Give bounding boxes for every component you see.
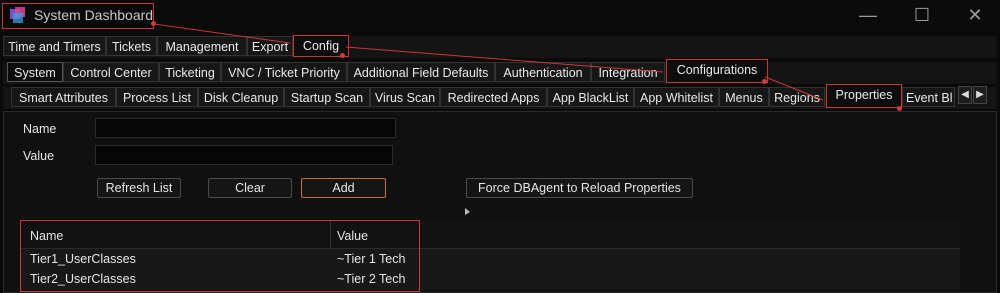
window-title: System Dashboard <box>34 7 154 23</box>
config-tab-bar: System Control Center Ticketing VNC / Ti… <box>3 59 997 84</box>
refresh-list-button[interactable]: Refresh List <box>97 178 181 198</box>
name-input[interactable] <box>95 118 396 138</box>
column-divider <box>419 220 420 290</box>
row-value-cell: ~Tier 2 Tech <box>337 272 406 286</box>
tab-control-center[interactable]: Control Center <box>63 62 159 82</box>
column-header-name[interactable]: Name <box>30 229 63 243</box>
add-button[interactable]: Add <box>301 178 386 198</box>
tab-scroll-left-icon[interactable]: ◀ <box>958 86 972 104</box>
tab-app-blacklist[interactable]: App BlackList <box>547 87 634 107</box>
title-bar: System Dashboard — ☐ ✕ <box>0 0 1000 32</box>
table-row[interactable]: Tier2_UserClasses ~Tier 2 Tech <box>22 270 418 288</box>
tab-time-and-timers[interactable]: Time and Timers <box>3 36 106 56</box>
mouse-cursor-icon <box>465 208 470 215</box>
tab-ticketing[interactable]: Ticketing <box>159 62 221 82</box>
column-divider <box>330 220 331 248</box>
tab-redirected-apps[interactable]: Redirected Apps <box>440 87 547 107</box>
minimize-icon[interactable]: — <box>856 4 880 26</box>
tab-management[interactable]: Management <box>157 36 247 56</box>
tab-regions[interactable]: Regions <box>769 87 825 107</box>
tab-menus[interactable]: Menus <box>719 87 769 107</box>
tab-tickets[interactable]: Tickets <box>106 36 157 56</box>
tab-integration[interactable]: Integration <box>591 62 665 82</box>
annotation-marker-3 <box>762 79 767 84</box>
row-name-cell: Tier1_UserClasses <box>30 252 136 266</box>
config-subtab-bar: Smart Attributes Process List Disk Clean… <box>3 84 997 109</box>
tab-configurations[interactable]: Configurations <box>666 59 768 83</box>
tab-startup-scan[interactable]: Startup Scan <box>284 87 370 107</box>
tab-disk-cleanup[interactable]: Disk Cleanup <box>198 87 284 107</box>
name-label: Name <box>23 122 57 136</box>
close-icon[interactable]: ✕ <box>963 4 987 26</box>
annotation-marker-1 <box>151 21 156 26</box>
tab-system[interactable]: System <box>7 62 63 82</box>
column-header-value[interactable]: Value <box>337 229 368 243</box>
tab-vnc-ticket-priority[interactable]: VNC / Ticket Priority <box>221 62 347 82</box>
tab-additional-field-defaults[interactable]: Additional Field Defaults <box>347 62 495 82</box>
annotation-marker-2 <box>340 53 345 58</box>
tab-event-bl[interactable]: Event Bl <box>902 87 955 107</box>
row-name-cell: Tier2_UserClasses <box>30 272 136 286</box>
tab-process-list[interactable]: Process List <box>116 87 198 107</box>
table-row[interactable]: Tier1_UserClasses ~Tier 1 Tech <box>22 250 418 268</box>
value-input[interactable] <box>95 145 393 165</box>
tab-properties[interactable]: Properties <box>826 84 902 108</box>
maximize-icon[interactable]: ☐ <box>910 4 934 26</box>
main-tab-bar: Time and Timers Tickets Management Expor… <box>3 35 997 58</box>
tab-smart-attributes[interactable]: Smart Attributes <box>11 87 116 107</box>
grid-header <box>20 220 960 249</box>
tab-export[interactable]: Export <box>247 36 293 56</box>
tab-authentication[interactable]: Authentication <box>495 62 591 82</box>
value-label: Value <box>23 149 55 163</box>
tab-app-whitelist[interactable]: App Whitelist <box>634 87 719 107</box>
row-value-cell: ~Tier 1 Tech <box>337 252 406 266</box>
app-icon <box>10 7 25 23</box>
clear-button[interactable]: Clear <box>208 178 292 198</box>
force-reload-button[interactable]: Force DBAgent to Reload Properties <box>466 178 693 198</box>
tab-virus-scan[interactable]: Virus Scan <box>370 87 440 107</box>
tab-scroll-right-icon[interactable]: ▶ <box>973 86 987 104</box>
